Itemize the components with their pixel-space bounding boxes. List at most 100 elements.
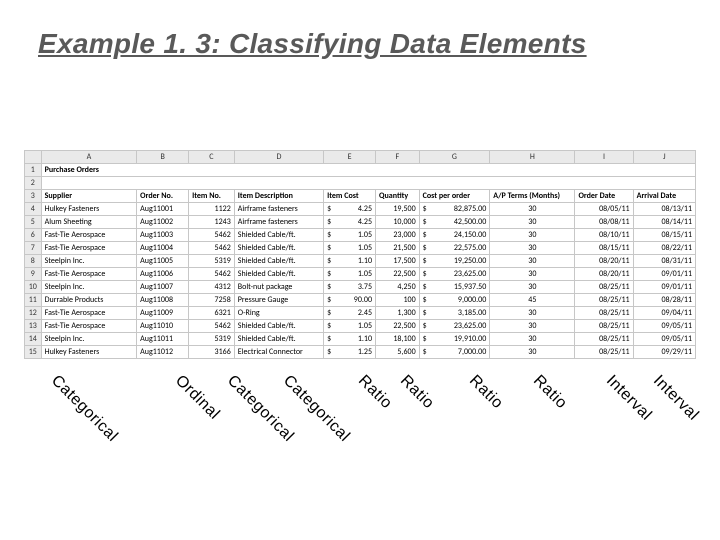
sheet-title: Purchase Orders <box>41 164 695 177</box>
cost-per-order-cell: $24,150.00 <box>419 229 490 242</box>
classification-label: Ratio <box>396 372 437 413</box>
cost-per-order-cell: $23,625.00 <box>419 320 490 333</box>
classification-label: Ratio <box>465 372 506 413</box>
row-number: 15 <box>25 346 42 359</box>
item-desc-cell: Bolt-nut package <box>234 281 323 294</box>
column-header: Order No. <box>137 190 189 203</box>
order-no-cell: Aug11008 <box>137 294 189 307</box>
item-desc-cell: Shielded Cable/ft. <box>234 242 323 255</box>
supplier-cell: Fast-Tie Aerospace <box>41 268 137 281</box>
arrival-date-cell: 09/29/11 <box>633 346 695 359</box>
table-row: 6Fast-Tie AerospaceAug110035462Shielded … <box>25 229 696 242</box>
item-cost-cell: $90.00 <box>324 294 376 307</box>
terms-cell: 30 <box>490 268 575 281</box>
arrival-date-cell: 09/05/11 <box>633 320 695 333</box>
column-header: Supplier <box>41 190 137 203</box>
order-no-cell: Aug11002 <box>137 216 189 229</box>
column-letter-header: ABCDEFGHIJ <box>25 151 696 164</box>
row-number: 1 <box>25 164 42 177</box>
quantity-cell: 10,000 <box>376 216 420 229</box>
terms-cell: 30 <box>490 346 575 359</box>
table-row: 10Steelpin Inc.Aug110074312Bolt-nut pack… <box>25 281 696 294</box>
order-date-cell: 08/08/11 <box>575 216 633 229</box>
item-no-cell: 1243 <box>189 216 235 229</box>
spreadsheet-table: ABCDEFGHIJ 1Purchase Orders23SupplierOrd… <box>24 150 696 359</box>
item-no-cell: 5462 <box>189 320 235 333</box>
order-date-cell: 08/25/11 <box>575 320 633 333</box>
item-cost-cell: $1.05 <box>324 229 376 242</box>
cost-per-order-cell: $3,185.00 <box>419 307 490 320</box>
item-cost-cell: $1.25 <box>324 346 376 359</box>
column-letter: I <box>575 151 633 164</box>
order-no-cell: Aug11005 <box>137 255 189 268</box>
spreadsheet-body: 1Purchase Orders23SupplierOrder No.Item … <box>25 164 696 359</box>
quantity-cell: 19,500 <box>376 203 420 216</box>
column-letter: H <box>490 151 575 164</box>
column-header: Arrival Date <box>633 190 695 203</box>
column-header: Cost per order <box>419 190 490 203</box>
item-no-cell: 5319 <box>189 255 235 268</box>
item-no-cell: 1122 <box>189 203 235 216</box>
quantity-cell: 22,500 <box>376 320 420 333</box>
item-no-cell: 5462 <box>189 268 235 281</box>
column-header: Quantity <box>376 190 420 203</box>
cost-per-order-cell: $23,625.00 <box>419 268 490 281</box>
classification-label: Ratio <box>529 372 570 413</box>
item-no-cell: 5462 <box>189 229 235 242</box>
item-no-cell: 3166 <box>189 346 235 359</box>
item-no-cell: 4312 <box>189 281 235 294</box>
cost-per-order-cell: $19,910.00 <box>419 333 490 346</box>
order-date-cell: 08/10/11 <box>575 229 633 242</box>
table-row: 2 <box>25 177 696 190</box>
item-cost-cell: $3.75 <box>324 281 376 294</box>
column-letter: C <box>189 151 235 164</box>
classification-label: Interval <box>649 372 702 425</box>
classification-label: Categorical <box>47 372 121 446</box>
table-row: 13Fast-Tie AerospaceAug110105462Shielded… <box>25 320 696 333</box>
supplier-cell: Steelpin Inc. <box>41 333 137 346</box>
supplier-cell: Hulkey Fasteners <box>41 203 137 216</box>
supplier-cell: Fast-Tie Aerospace <box>41 229 137 242</box>
row-number: 2 <box>25 177 42 190</box>
column-letter-row: ABCDEFGHIJ <box>25 151 696 164</box>
column-letter: E <box>324 151 376 164</box>
terms-cell: 30 <box>490 333 575 346</box>
quantity-cell: 4,250 <box>376 281 420 294</box>
order-date-cell: 08/05/11 <box>575 203 633 216</box>
order-date-cell: 08/15/11 <box>575 242 633 255</box>
header-row: 3SupplierOrder No.Item No.Item Descripti… <box>25 190 696 203</box>
supplier-cell: Alum Sheeting <box>41 216 137 229</box>
row-number: 10 <box>25 281 42 294</box>
item-cost-cell: $1.10 <box>324 255 376 268</box>
arrival-date-cell: 08/14/11 <box>633 216 695 229</box>
row-number: 8 <box>25 255 42 268</box>
row-number: 13 <box>25 320 42 333</box>
order-date-cell: 08/25/11 <box>575 346 633 359</box>
row-number: 14 <box>25 333 42 346</box>
column-header: Item Cost <box>324 190 376 203</box>
item-desc-cell: Pressure Gauge <box>234 294 323 307</box>
row-number: 4 <box>25 203 42 216</box>
row-number: 12 <box>25 307 42 320</box>
arrival-date-cell: 09/01/11 <box>633 281 695 294</box>
arrival-date-cell: 08/31/11 <box>633 255 695 268</box>
column-letter: B <box>137 151 189 164</box>
order-no-cell: Aug11010 <box>137 320 189 333</box>
item-cost-cell: $1.05 <box>324 242 376 255</box>
item-desc-cell: Shielded Cable/ft. <box>234 333 323 346</box>
classification-label: Interval <box>602 372 655 425</box>
quantity-cell: 18,100 <box>376 333 420 346</box>
order-no-cell: Aug11007 <box>137 281 189 294</box>
arrival-date-cell: 09/01/11 <box>633 268 695 281</box>
supplier-cell: Hulkey Fasteners <box>41 346 137 359</box>
arrival-date-cell: 08/22/11 <box>633 242 695 255</box>
quantity-cell: 22,500 <box>376 268 420 281</box>
column-letter: F <box>376 151 420 164</box>
cost-per-order-cell: $9,000.00 <box>419 294 490 307</box>
classification-labels: CategoricalOrdinalCategoricalCategorical… <box>60 372 680 502</box>
order-date-cell: 08/25/11 <box>575 333 633 346</box>
cost-per-order-cell: $19,250.00 <box>419 255 490 268</box>
slide-title: Example 1. 3: Classifying Data Elements <box>38 28 587 60</box>
row-number: 6 <box>25 229 42 242</box>
cost-per-order-cell: $7,000.00 <box>419 346 490 359</box>
